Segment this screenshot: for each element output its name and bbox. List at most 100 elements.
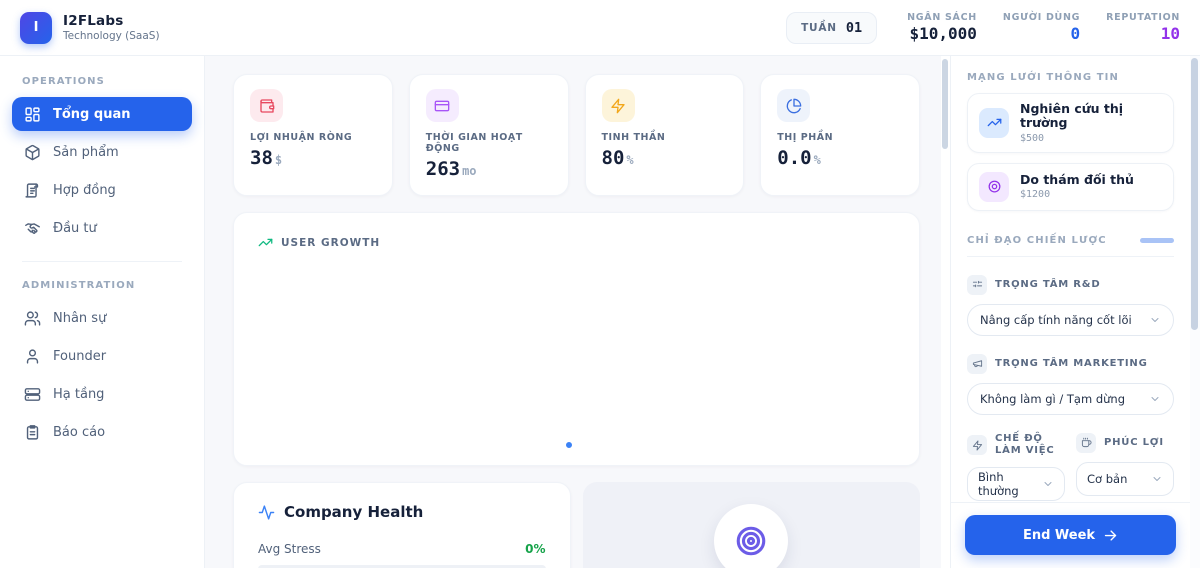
chevron-down-icon [1044,481,1052,486]
avg-stress-label: Avg Stress [258,542,321,556]
main-scrollbar-thumb[interactable] [942,59,948,149]
server-icon [24,387,41,401]
sidebar-item-label: Hạ tầng [53,386,105,402]
sidebar-item-hop-dong[interactable]: Hợp đồng [12,173,192,207]
work-mode-value: Bình thường [978,469,1019,498]
right-panel-footer: End Week [951,502,1190,568]
week-label: TUẦN [801,21,837,34]
kpi-number: 38 [250,147,273,169]
chart-plot-area [234,213,919,465]
reputation-stat: REPUTATION 10 [1106,12,1180,43]
marketing-focus-select[interactable]: Không làm gì / Tạm dừng [967,382,1174,415]
package-icon [25,144,40,160]
company-health-header: Company Health [258,503,546,521]
kpi-value: 0.0% [777,147,903,169]
intel-item-market-research[interactable]: Nghiên cứu thị trường $500 [967,93,1174,153]
sidebar-item-founder[interactable]: Founder [12,339,192,373]
status-card: PLAYING [582,482,920,568]
eye-icon [979,171,1009,202]
dashboard-icon [25,106,40,122]
rnd-focus-label: TRỌNG TÂM R&D [995,278,1101,290]
app-header: I I2FLabs Technology (SaaS) TUẦN 01 NGÂN… [0,0,1200,56]
strategy-title: CHỈ ĐẠO CHIẾN LƯỢC [967,234,1107,246]
kpi-number: 80 [601,147,625,169]
users-label: NGƯỜI DÙNG [1002,12,1081,23]
bottom-cards-row: Company Health Avg Stress 0% PLAYING [233,482,920,568]
sidebar-item-label: Tổng quan [53,106,131,122]
header-right: TUẦN 01 NGÂN SÁCH $10,000 NGƯỜI DÙNG 0 R… [786,11,1184,44]
kpi-label: LỢI NHUẬN RÒNG [250,132,353,143]
app-window: I I2FLabs Technology (SaaS) TUẦN 01 NGÂN… [0,0,1200,568]
company-logo: I [20,11,52,44]
budget-value: $10,000 [909,24,977,43]
company-type: Technology (SaaS) [63,30,160,42]
sidebar-divider [22,261,182,262]
users-value: 0 [1070,24,1081,43]
strategy-two-col: CHẾ ĐỘ LÀM VIỆC Bình thường PHÚC LỢI Cơ … [967,419,1174,501]
perks-select[interactable]: Cơ bản [1076,461,1174,496]
sidebar-section-operations: OPERATIONS [22,76,105,87]
chevron-down-icon [1151,317,1159,322]
chevron-down-icon [1153,476,1161,481]
rnd-focus-select[interactable]: Nâng cấp tính năng cốt lõi [967,303,1174,336]
perks-label-row: PHÚC LỢI [1076,432,1174,453]
avg-stress-row: Avg Stress 0% [258,542,546,556]
kpi-card-net-profit: LỢI NHUẬN RÒNG 38 $ [233,74,393,196]
company-identity: I2FLabs Technology (SaaS) [63,13,160,42]
intel-item-price: $1200 [1020,189,1051,201]
intel-item-spy-competitor[interactable]: Do thám đối thủ $1200 [967,162,1174,211]
contract-icon [25,182,39,198]
sidebar-item-dau-tu[interactable]: Đầu tư [12,211,192,245]
users-stat: NGƯỜI DÙNG 0 [1003,12,1080,43]
kpi-label: TINH THẦN [601,132,666,143]
chevron-down-icon [1151,396,1159,401]
kpi-number: 0.0 [777,147,812,169]
pie-chart-icon [777,89,811,122]
work-mode-label-row: CHẾ ĐỘ LÀM VIỆC [967,433,1065,458]
sidebar-item-label: Sản phẩm [53,144,119,160]
kpi-card-uptime: THỜI GIAN HOẠT ĐỘNG 263 mo [408,74,569,196]
wallet-icon [250,89,283,122]
page-scrollbar-thumb[interactable] [1191,58,1198,330]
credit-card-icon [425,89,459,122]
kpi-value: 263 mo [426,158,552,180]
work-mode-label: CHẾ ĐỘ LÀM VIỆC [995,432,1055,457]
intel-panel-title: MẠNG LƯỚI THÔNG TIN [967,72,1119,83]
page-scrollbar[interactable] [1190,56,1200,568]
sidebar-item-ha-tang[interactable]: Hạ tầng [12,377,192,411]
main-scrollbar[interactable] [941,56,950,568]
company-health-title: Company Health [284,503,424,521]
sidebar-item-label: Đầu tư [53,220,97,236]
sidebar-item-bao-cao[interactable]: Báo cáo [12,415,192,449]
sidebar-item-tong-quan[interactable]: Tổng quan [12,97,192,131]
rnd-focus-label-row: TRỌNG TÂM R&D [967,274,1174,295]
end-week-button[interactable]: End Week [965,515,1176,555]
sidebar-section-administration: ADMINISTRATION [22,280,136,291]
kpi-label: THỜI GIAN HOẠT ĐỘNG [425,132,523,154]
sidebar-item-label: Báo cáo [53,424,106,440]
zap-icon [967,435,987,456]
report-icon [26,424,39,440]
intel-item-text: Do thám đối thủ $1200 [1020,172,1134,201]
intel-item-text: Nghiên cứu thị trường $500 [1020,101,1162,143]
reputation-value: 10 [1160,24,1180,43]
work-mode-select[interactable]: Bình thường [967,466,1065,501]
zap-icon [601,89,635,122]
sidebar-item-label: Hợp đồng [53,182,116,198]
sidebar-item-san-pham[interactable]: Sản phẩm [12,135,192,169]
kpi-card-morale: TINH THẦN 80% [584,74,745,196]
kpi-unit: % [813,153,821,167]
strategy-progress-bar [1140,237,1174,243]
sidebar-item-nhan-su[interactable]: Nhân sự [12,301,192,335]
kpi-number: 263 [425,158,461,180]
work-mode-group: CHẾ ĐỘ LÀM VIỆC Bình thường [967,419,1065,501]
intel-item-label: Nghiên cứu thị trường [1020,101,1124,131]
marketing-focus-label-row: TRỌNG TÂM MARKETING [967,353,1174,374]
trending-up-icon [979,107,1009,138]
avg-stress-value: 0% [525,542,546,556]
sidebar-item-label: Founder [53,348,107,364]
sidebar-item-label: Nhân sự [53,310,107,326]
intel-item-label: Do thám đối thủ [1020,172,1134,188]
header-stats: NGÂN SÁCH $10,000 NGƯỜI DÙNG 0 REPUTATIO… [907,12,1184,43]
company-name: I2FLabs [63,13,124,29]
